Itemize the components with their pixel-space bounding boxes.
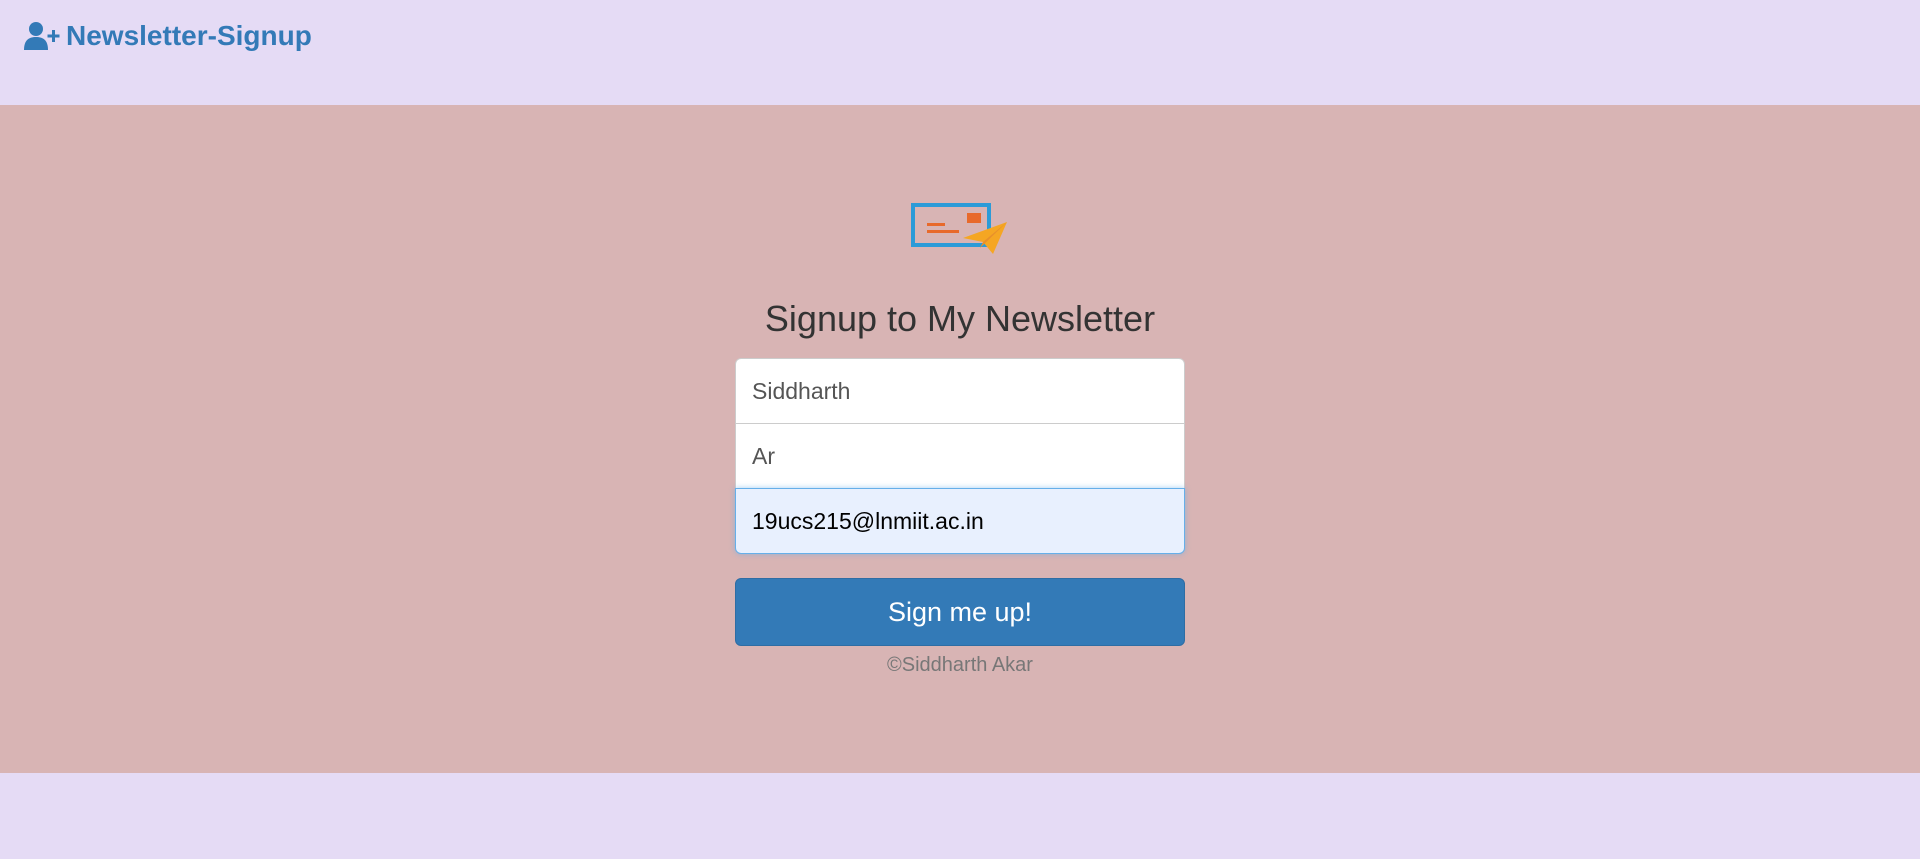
- copyright-text: ©Siddharth Akar: [887, 654, 1033, 676]
- brand-link[interactable]: Newsletter-Signup: [24, 20, 312, 52]
- page-bottom: [0, 773, 1920, 859]
- page-title: Signup to My Newsletter: [764, 298, 1156, 339]
- brand-label: Newsletter-Signup: [66, 20, 312, 51]
- first-name-input[interactable]: [735, 358, 1185, 424]
- email-input[interactable]: [735, 488, 1185, 554]
- last-name-input[interactable]: [735, 423, 1185, 489]
- sign-up-button[interactable]: Sign me up!: [735, 578, 1185, 646]
- signup-form: Sign me up! ©Siddharth Akar: [735, 358, 1185, 677]
- navbar: Newsletter-Signup: [0, 0, 1920, 105]
- user-plus-icon: [24, 21, 60, 51]
- envelope-paper-plane-icon: [910, 196, 1010, 260]
